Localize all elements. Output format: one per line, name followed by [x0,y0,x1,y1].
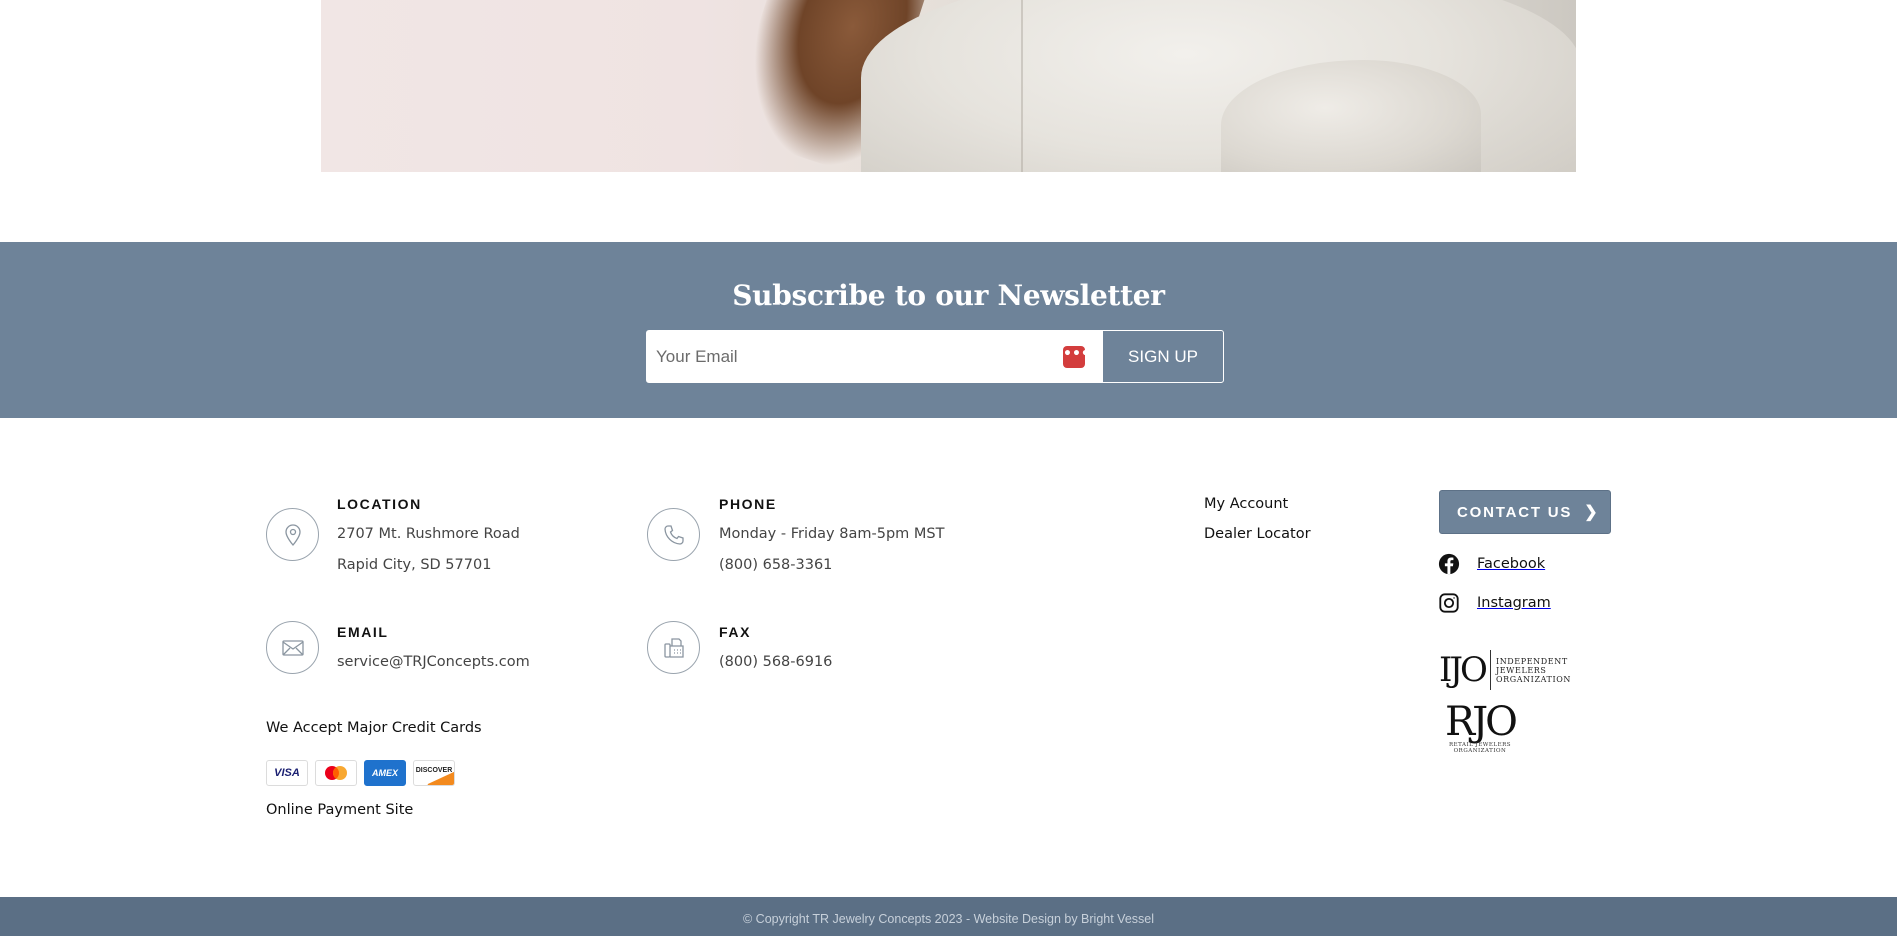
rjo-logo-mark: RJO [1445,699,1518,745]
newsletter-signup-button[interactable]: SIGN UP [1102,330,1224,383]
contact-us-button[interactable]: CONTACT US ❯ [1439,490,1611,534]
facebook-icon [1438,553,1460,575]
hero-photo [321,0,1576,172]
ijo-logo-mark: IJO [1439,650,1488,690]
copyright-bar: © Copyright TR Jewelry Concepts 2023 - W… [0,897,1897,936]
newsletter-section: Subscribe to our Newsletter ••• SIGN UP [0,242,1897,418]
instagram-label: Instagram [1477,595,1551,611]
fax-number: (800) 568-6916 [719,654,833,670]
chevron-right-icon: ❯ [1584,504,1598,521]
location-line2: Rapid City, SD 57701 [337,557,492,573]
fax-title: FAX [719,624,752,640]
newsletter-form: ••• SIGN UP [646,330,1224,383]
facebook-link[interactable]: Facebook [1438,553,1545,575]
facebook-label: Facebook [1477,556,1546,572]
ijo-logo: IJO INDEPENDENT JEWELERS ORGANIZATION [1439,650,1571,690]
credit-card-logos: VISA AMEX DISCOVER [266,760,455,786]
ijo-word-2: JEWELERS [1495,665,1547,675]
email-title: EMAIL [337,624,389,640]
newsletter-title: Subscribe to our Newsletter [732,279,1165,312]
password-manager-icon[interactable]: ••• [1063,346,1090,368]
fax-icon [647,621,700,674]
rjo-logo: RJO RETAIL JEWELERS ORGANIZATION [1440,702,1520,754]
newsletter-email-input[interactable] [646,330,1102,383]
contact-us-label: CONTACT US [1457,503,1573,521]
map-pin-icon [266,508,319,561]
instagram-icon [1439,593,1459,613]
phone-hours: Monday - Friday 8am-5pm MST [719,526,945,542]
dealer-locator-link[interactable]: Dealer Locator [1204,526,1311,542]
discover-label: DISCOVER [415,766,453,774]
amex-icon: AMEX [364,760,406,786]
credit-cards-heading: We Accept Major Credit Cards [266,720,482,736]
envelope-icon [266,621,319,674]
ijo-logo-words: INDEPENDENT JEWELERS ORGANIZATION [1496,657,1571,684]
copyright-text: © Copyright TR Jewelry Concepts 2023 - W… [742,912,1155,926]
ijo-logo-divider [1489,650,1491,690]
location-title: LOCATION [337,496,422,512]
ijo-word-1: INDEPENDENT [1495,656,1568,666]
discover-icon: DISCOVER [413,760,455,786]
visa-icon: VISA [266,760,308,786]
rjo-word-2: ORGANIZATION [1453,748,1507,754]
phone-title: PHONE [719,496,777,512]
phone-icon [647,508,700,561]
email-address[interactable]: service@TRJConcepts.com [337,654,530,670]
instagram-link[interactable]: Instagram [1438,592,1551,614]
phone-number[interactable]: (800) 658-3361 [719,557,832,573]
location-line1: 2707 Mt. Rushmore Road [337,526,520,542]
mastercard-icon [315,760,357,786]
ijo-word-3: ORGANIZATION [1495,674,1572,684]
hero-photo-seam [1021,0,1023,172]
my-account-link[interactable]: My Account [1204,496,1288,512]
online-payment-link[interactable]: Online Payment Site [266,802,413,818]
